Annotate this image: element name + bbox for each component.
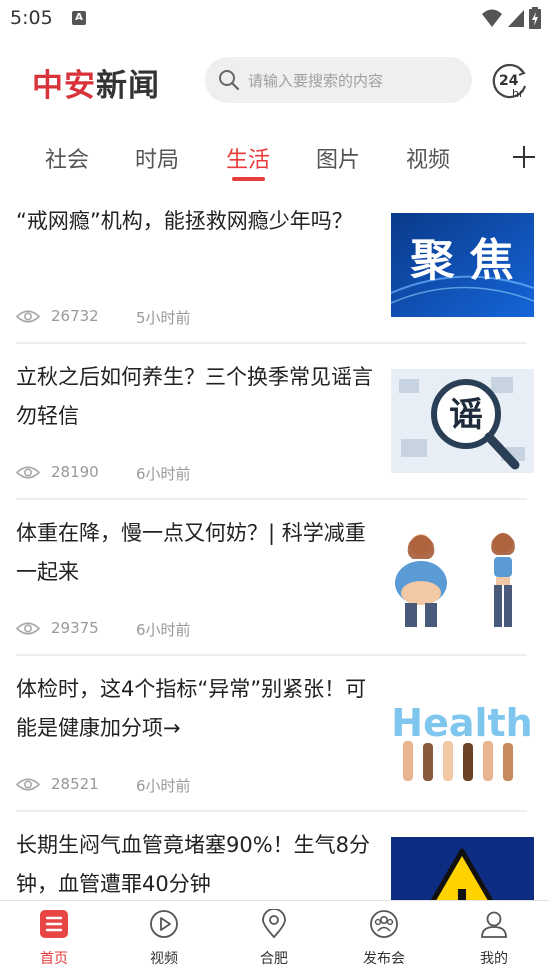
nav-label: 我的 [480,951,508,967]
news-item[interactable]: “戒网瘾”机构，能拯救网瘾少年吗？ 26732 5小时前 聚 焦 [0,188,549,344]
news-thumbnail[interactable]: ! [391,837,534,900]
news-feed[interactable]: “戒网瘾”机构，能拯救网瘾少年吗？ 26732 5小时前 聚 焦 立秋之后如何养… [0,188,549,900]
tab-scroll-fade [480,130,510,186]
bottom-navigation: 首页 视频 合肥 发布会 我的 [0,900,549,976]
news-thumbnail[interactable]: Health [391,681,534,785]
user-icon [481,911,507,938]
news-title[interactable]: 体检时，这4个指标“异常”别紧张！可能是健康加分项→ [16,670,376,748]
news-thumbnail[interactable] [391,525,534,629]
thumb-caption: Health [391,701,532,745]
nav-video[interactable]: 视频 [124,901,204,976]
view-count: 28190 [51,463,99,481]
24hr-icon[interactable]: 24 hr [491,62,529,100]
thumb-caption: ! [452,880,473,900]
nav-press-conference[interactable]: 发布会 [344,901,424,976]
news-item[interactable]: 长期生闷气血管竟堵塞90%！生气8分钟，血管遭罪40分钟 ! [0,812,549,900]
nav-mine[interactable]: 我的 [454,901,534,976]
search-placeholder: 请输入要搜索的内容 [248,72,384,90]
app-logo: 中安新闻 [32,60,160,105]
location-icon [262,909,286,939]
signal-icon [508,10,524,27]
eye-icon [16,466,40,479]
battery-charging-icon [529,7,541,29]
tab-pictures[interactable]: 图片 [316,142,360,174]
nav-home[interactable]: 首页 [14,901,94,976]
tab-society[interactable]: 社会 [45,142,89,174]
publish-time: 6小时前 [136,465,191,483]
group-icon [370,910,398,938]
nav-label: 发布会 [363,951,405,967]
news-thumbnail[interactable]: 聚 焦 [391,213,534,317]
tab-current-affairs[interactable]: 时局 [135,142,179,174]
wifi-icon [482,9,502,27]
logo-text-news: 新闻 [96,68,160,104]
thumb-caption: 聚 焦 [409,235,513,286]
add-channel-icon[interactable] [512,145,536,169]
thumb-caption: 谣 [449,395,483,435]
active-tab-indicator [232,177,265,181]
nav-label: 视频 [150,951,178,967]
eye-icon [16,310,40,323]
eye-icon [16,622,40,635]
status-icons [481,7,541,29]
search-bar[interactable]: 请输入要搜索的内容 [205,57,472,103]
nav-label: 首页 [40,951,68,967]
publish-time: 6小时前 [136,621,191,639]
eye-icon [16,778,40,791]
view-count: 28521 [51,775,99,793]
news-item[interactable]: 立秋之后如何养生？三个换季常见谣言勿轻信 28190 6小时前 谣 [0,344,549,500]
search-icon [219,70,240,91]
status-time: 5:05 [10,7,53,29]
logo-text-brand: 中安 [32,68,96,104]
tab-life[interactable]: 生活 [226,142,270,174]
publish-time: 6小时前 [136,777,191,795]
status-bar: 5:05 A [0,0,549,38]
category-tabs: 社会 时局 生活 图片 视频 [0,130,549,186]
news-title[interactable]: 长期生闷气血管竟堵塞90%！生气8分钟，血管遭罪40分钟 [16,826,376,900]
news-title[interactable]: 体重在降，慢一点又何妨？| 科学减重一起来 [16,514,376,592]
hr24-sub: hr [512,87,524,100]
news-title[interactable]: “戒网瘾”机构，能拯救网瘾少年吗？ [16,202,376,241]
play-icon [150,910,178,938]
view-count: 26732 [51,307,99,325]
notification-icon: A [72,11,86,25]
news-item[interactable]: 体重在降，慢一点又何妨？| 科学减重一起来 29375 6小时前 [0,500,549,656]
news-item[interactable]: 体检时，这4个指标“异常”别紧张！可能是健康加分项→ 28521 6小时前 He… [0,656,549,812]
news-title[interactable]: 立秋之后如何养生？三个换季常见谣言勿轻信 [16,358,376,436]
tab-video[interactable]: 视频 [406,142,450,174]
publish-time: 5小时前 [136,309,191,327]
news-thumbnail[interactable]: 谣 [391,369,534,473]
view-count: 29375 [51,619,99,637]
nav-label: 合肥 [260,951,288,967]
home-icon [40,910,68,938]
nav-hefei[interactable]: 合肥 [234,901,314,976]
